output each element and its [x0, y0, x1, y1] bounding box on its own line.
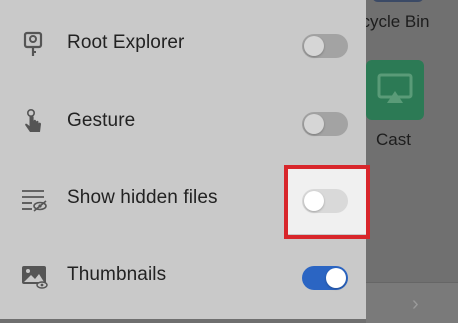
recycle-bin-tile[interactable]: [372, 0, 424, 2]
cast-tile[interactable]: [366, 60, 424, 120]
gesture-toggle[interactable]: [302, 112, 348, 136]
hidden-files-icon: [22, 190, 47, 212]
recycle-bin-label: ecycle Bin: [352, 12, 430, 31]
drawer-item-label: Thumbnails: [67, 264, 167, 285]
drawer-item-label: Gesture: [67, 110, 136, 131]
root-explorer-toggle[interactable]: [302, 34, 348, 58]
drawer-item-label: Show hidden files: [67, 187, 218, 208]
drawer-item-gesture[interactable]: Gesture: [0, 92, 366, 152]
toggle-knob: [304, 114, 324, 134]
key-icon: [23, 31, 43, 56]
drawer-item-label: Root Explorer: [67, 32, 185, 53]
toggle-knob: [304, 36, 324, 56]
gesture-hand-icon: [25, 108, 41, 132]
image-icon: [22, 266, 48, 289]
thumbnails-toggle[interactable]: [302, 266, 348, 290]
chevron-right-icon: ›: [412, 293, 419, 315]
cast-label: Cast: [376, 130, 411, 149]
background-card: ›: [366, 282, 458, 323]
cast-icon: [377, 73, 413, 103]
drawer-item-root-explorer[interactable]: Root Explorer: [0, 14, 366, 74]
side-drawer: Root Explorer Gesture Show hidden files: [0, 0, 370, 319]
toggle-knob: [326, 268, 346, 288]
highlight-frame: [284, 165, 370, 239]
drawer-item-thumbnails[interactable]: Thumbnails: [0, 246, 366, 306]
